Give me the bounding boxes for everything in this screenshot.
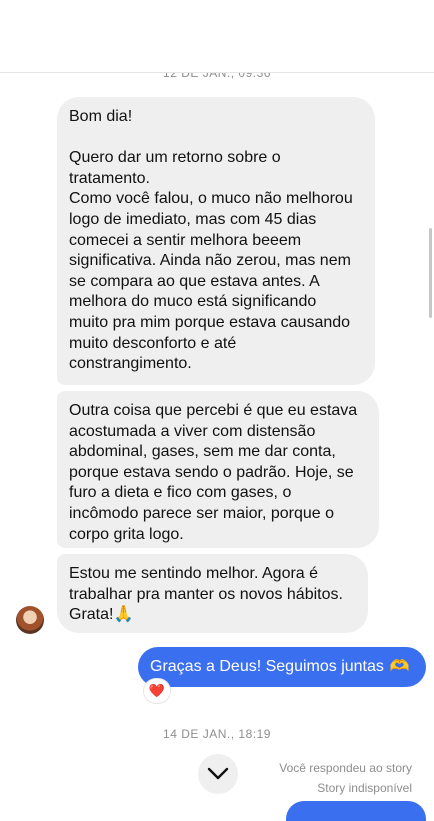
received-message-bubble[interactable]: Outra coisa que percebi é que eu estava … <box>57 391 379 548</box>
sent-message-bubble-partial[interactable] <box>286 801 426 821</box>
received-message-bubble[interactable]: Bom dia! Quero dar um retorno sobre o tr… <box>57 97 375 385</box>
sent-message-bubble[interactable]: Graças a Deus! Seguimos juntas 🫶 <box>138 647 426 687</box>
story-reply-info: Você respondeu ao story Story indisponív… <box>279 758 412 798</box>
message-line: tratamento. <box>69 169 150 187</box>
received-message-bubble[interactable]: Estou me sentindo melhor. Agora é trabal… <box>57 554 368 633</box>
message-line: constrangimento. <box>69 355 192 373</box>
story-unavailable-label: Story indisponível <box>317 781 412 795</box>
message-line: Estou me sentindo melhor. Agora é <box>69 565 319 582</box>
message-line: incômodo parece ser maior, porque o <box>69 504 335 522</box>
message-line: significativa. Ainda não zerou, mas nem <box>69 252 351 270</box>
message-line: logo de imediato, mas com 45 dias <box>69 210 317 228</box>
message-line: acostumada a viver com distensão <box>69 422 316 440</box>
message-line: Bom dia! <box>69 108 133 125</box>
hands-heart-emoji-icon: 🫶 <box>389 658 410 675</box>
message-line: comecei a sentir melhora beeem <box>69 231 302 249</box>
timestamp-divider: 14 DE JAN., 18:19 <box>163 727 271 741</box>
message-line: muito pra mim porque estava causando <box>69 313 351 331</box>
message-line: se compara ao que estava antes. A <box>69 272 320 290</box>
message-line: abdominal, gases, sem me dar conta, <box>69 443 336 461</box>
chevron-down-icon <box>207 767 229 780</box>
message-line-blank <box>69 128 363 149</box>
message-line: Outra coisa que percebi é que eu estava <box>69 402 358 419</box>
story-reply-label: Você respondeu ao story <box>279 761 412 775</box>
message-line: corpo grita logo. <box>69 525 184 543</box>
contact-avatar[interactable] <box>16 606 44 634</box>
message-line: trabalhar pra manter os novos hábitos. <box>69 585 343 603</box>
scroll-to-bottom-button[interactable] <box>198 754 238 794</box>
message-line: porque estava sendo o padrão. Hoje, se <box>69 463 354 481</box>
top-header-bar <box>0 0 434 73</box>
scrollbar-thumb[interactable] <box>429 228 432 318</box>
message-line: Quero dar um retorno sobre o <box>69 149 281 167</box>
sent-message-text: Graças a Deus! Seguimos juntas <box>150 658 384 675</box>
message-line: furo a dieta e fico com gases, o <box>69 484 292 502</box>
message-line: muito desconforto e até <box>69 334 237 352</box>
message-line: Como você falou, o muco não melhorou <box>69 190 353 208</box>
heart-reaction-icon[interactable]: ❤️ <box>144 679 170 703</box>
message-line: Grata!🙏 <box>69 606 134 624</box>
message-line: melhora do muco está significando <box>69 293 317 311</box>
